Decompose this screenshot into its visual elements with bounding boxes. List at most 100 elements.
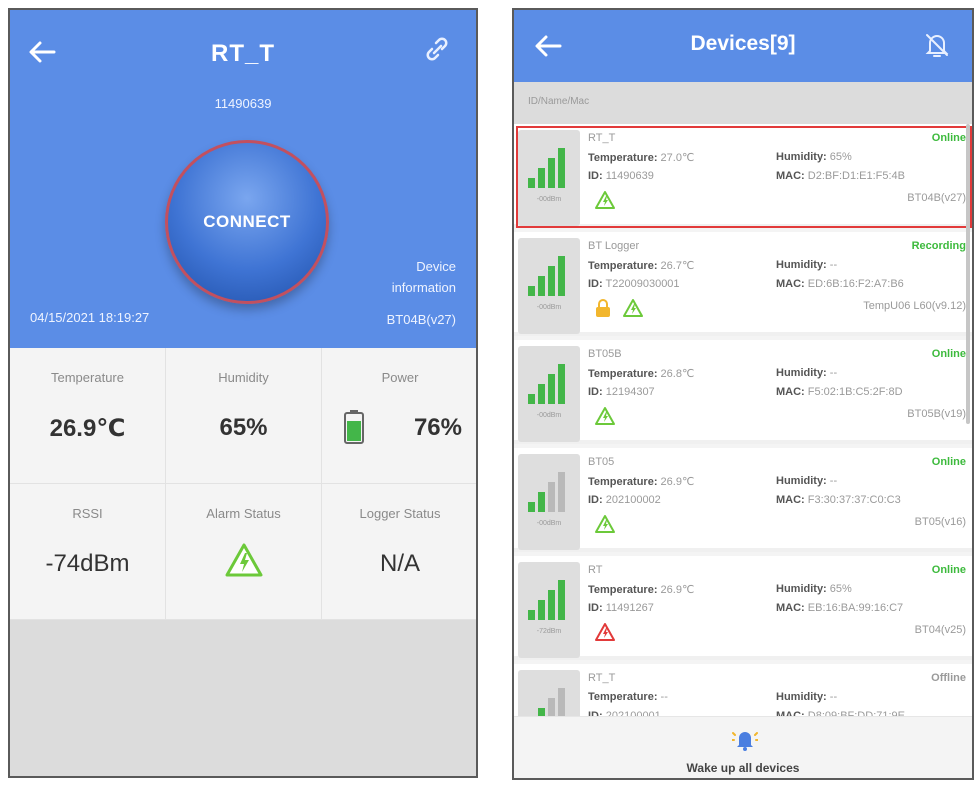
device-name: BT Logger: [588, 240, 640, 252]
power-value: 76%: [413, 414, 462, 441]
device-mac-key: MAC:: [776, 602, 805, 614]
device-mac: MAC: EB:16:BA:99:16:C7: [776, 602, 903, 614]
alarm-triggered-icon: [594, 622, 616, 644]
device-temperature-key: Temperature:: [588, 260, 658, 272]
signal-strength-icon: --dBm: [518, 670, 580, 716]
page-title: RT_T: [211, 40, 275, 67]
device-id-key: ID:: [588, 278, 603, 290]
device-status-icons: [594, 514, 616, 536]
signal-strength-label: -00dBm: [536, 304, 562, 311]
bell-off-icon[interactable]: [922, 30, 952, 60]
device-humidity-value: 65%: [829, 151, 852, 163]
device-information-label[interactable]: Device information: [360, 256, 456, 298]
device-status: Online: [931, 564, 966, 576]
device-id-key: ID:: [588, 602, 603, 614]
device-humidity-key: Humidity:: [776, 367, 827, 379]
device-version: BT05(v16): [914, 516, 966, 528]
device-information-link[interactable]: Device information BT04B(v27): [360, 256, 456, 330]
device-status: Offline: [931, 672, 966, 684]
device-id-key: ID:: [588, 386, 603, 398]
device-temperature: Temperature: 26.8℃: [588, 367, 694, 380]
device-temperature-key: Temperature:: [588, 584, 658, 596]
signal-strength-label: -72dBm: [536, 628, 562, 635]
device-humidity-key: Humidity:: [776, 583, 827, 595]
device-mac: MAC: F5:02:1B:C5:2F:8D: [776, 386, 903, 398]
readings-grid: Temperature 26.9℃ Humidity 65% Power 76%…: [10, 348, 476, 620]
device-id-key: ID:: [588, 170, 603, 182]
device-humidity-key: Humidity:: [776, 151, 827, 163]
device-mac-value: F3:30:37:37:C0:C3: [807, 494, 901, 506]
device-id: ID: 12194307: [588, 386, 655, 398]
logger-status-value: N/A: [379, 550, 420, 577]
device-temperature-value: 27.0℃: [660, 152, 695, 164]
signal-strength-icon: -00dBm: [518, 238, 580, 334]
device-temperature-key: Temperature:: [588, 476, 658, 488]
device-version: BT04B(v27): [907, 192, 966, 204]
link-icon[interactable]: [422, 34, 452, 64]
device-id: ID: 11490639: [588, 170, 654, 182]
humidity-label: Humidity: [218, 370, 269, 385]
alarm-status-label: Alarm Status: [206, 506, 281, 521]
device-humidity-value: --: [829, 475, 838, 487]
device-detail-screen: RT_T 11490639 CONNECT 04/15/2021 18:19:2…: [8, 8, 478, 778]
page-title: Devices[9]: [690, 32, 796, 55]
device-humidity-key: Humidity:: [776, 475, 827, 487]
device-version: BT04(v25): [914, 624, 966, 636]
device-mac-value: ED:6B:16:F2:A7:B6: [807, 278, 904, 290]
power-cell: Power 76%: [322, 348, 476, 484]
device-row[interactable]: -00dBm BT Logger Recording Temperature: 26.…: [514, 232, 972, 336]
device-id: ID: 11491267: [588, 602, 654, 614]
device-mac-key: MAC:: [776, 278, 805, 290]
device-temperature-value: 26.7℃: [660, 260, 695, 272]
device-humidity: Humidity: --: [776, 475, 837, 487]
firmware-version: BT04B(v27): [386, 312, 456, 327]
device-humidity-value: --: [829, 691, 838, 703]
device-row[interactable]: -00dBm BT05B Online Temperature: 26.8℃ Humid…: [514, 340, 972, 444]
alarm-warning-icon: [622, 298, 644, 320]
device-temperature-key: Temperature:: [588, 691, 658, 703]
device-name: RT: [588, 564, 603, 576]
signal-strength-icon: -00dBm: [518, 454, 580, 550]
device-id-value: 202100002: [605, 494, 661, 506]
device-mac: MAC: ED:6B:16:F2:A7:B6: [776, 278, 904, 290]
device-row[interactable]: -00dBm RT_T Online Temperature: 27.0℃ Humidi…: [514, 124, 972, 228]
device-list[interactable]: -00dBm RT_T Online Temperature: 27.0℃ Humidi…: [514, 124, 972, 716]
device-mac: MAC: F3:30:37:37:C0:C3: [776, 494, 901, 506]
device-humidity-key: Humidity:: [776, 259, 827, 271]
device-row[interactable]: --dBmRT_TOfflineTemperature: --Humidity:…: [514, 664, 972, 716]
connect-button[interactable]: CONNECT: [165, 140, 329, 304]
device-temperature-value: --: [660, 691, 668, 703]
signal-strength-label: -00dBm: [536, 520, 562, 527]
device-name: BT05B: [588, 348, 622, 360]
logger-status-label: Logger Status: [359, 506, 441, 521]
device-status: Online: [931, 348, 966, 360]
wake-up-all-label[interactable]: Wake up all devices: [514, 761, 972, 775]
device-status: Recording: [911, 240, 966, 252]
device-status-icons: [594, 406, 616, 428]
device-name: RT_T: [588, 132, 616, 144]
device-temperature: Temperature: 27.0℃: [588, 151, 694, 164]
humidity-value: 65%: [219, 414, 268, 441]
device-mac-key: MAC:: [776, 386, 805, 398]
device-id-value: T22009030001: [605, 278, 680, 290]
device-id-value: 11490639: [605, 170, 654, 182]
device-row[interactable]: -72dBm RT Online Temperature: 26.9℃ Humidity…: [514, 556, 972, 660]
scrollbar[interactable]: [966, 124, 970, 424]
device-id-key: ID:: [588, 494, 603, 506]
device-humidity: Humidity: 65%: [776, 151, 852, 163]
humidity-cell: Humidity 65%: [166, 348, 322, 484]
device-mac-value: F5:02:1B:C5:2F:8D: [807, 386, 903, 398]
device-temperature-value: 26.8℃: [660, 368, 695, 380]
device-status-icons: [594, 622, 616, 644]
wake-up-all-button[interactable]: Wake up all devices: [514, 716, 972, 778]
device-humidity-value: --: [829, 367, 838, 379]
search-input[interactable]: ID/Name/Mac: [514, 82, 972, 124]
alarm-warning-icon: [594, 190, 616, 212]
device-row[interactable]: -00dBm BT05 Online Temperature: 26.9℃ Humidi…: [514, 448, 972, 552]
device-version: TempU06 L60(v9.12): [863, 300, 966, 312]
temperature-value: 26.9℃: [49, 415, 126, 442]
signal-strength-icon: -72dBm: [518, 562, 580, 658]
device-humidity: Humidity: --: [776, 691, 837, 703]
device-status: Online: [931, 132, 966, 144]
device-status: Online: [931, 456, 966, 468]
